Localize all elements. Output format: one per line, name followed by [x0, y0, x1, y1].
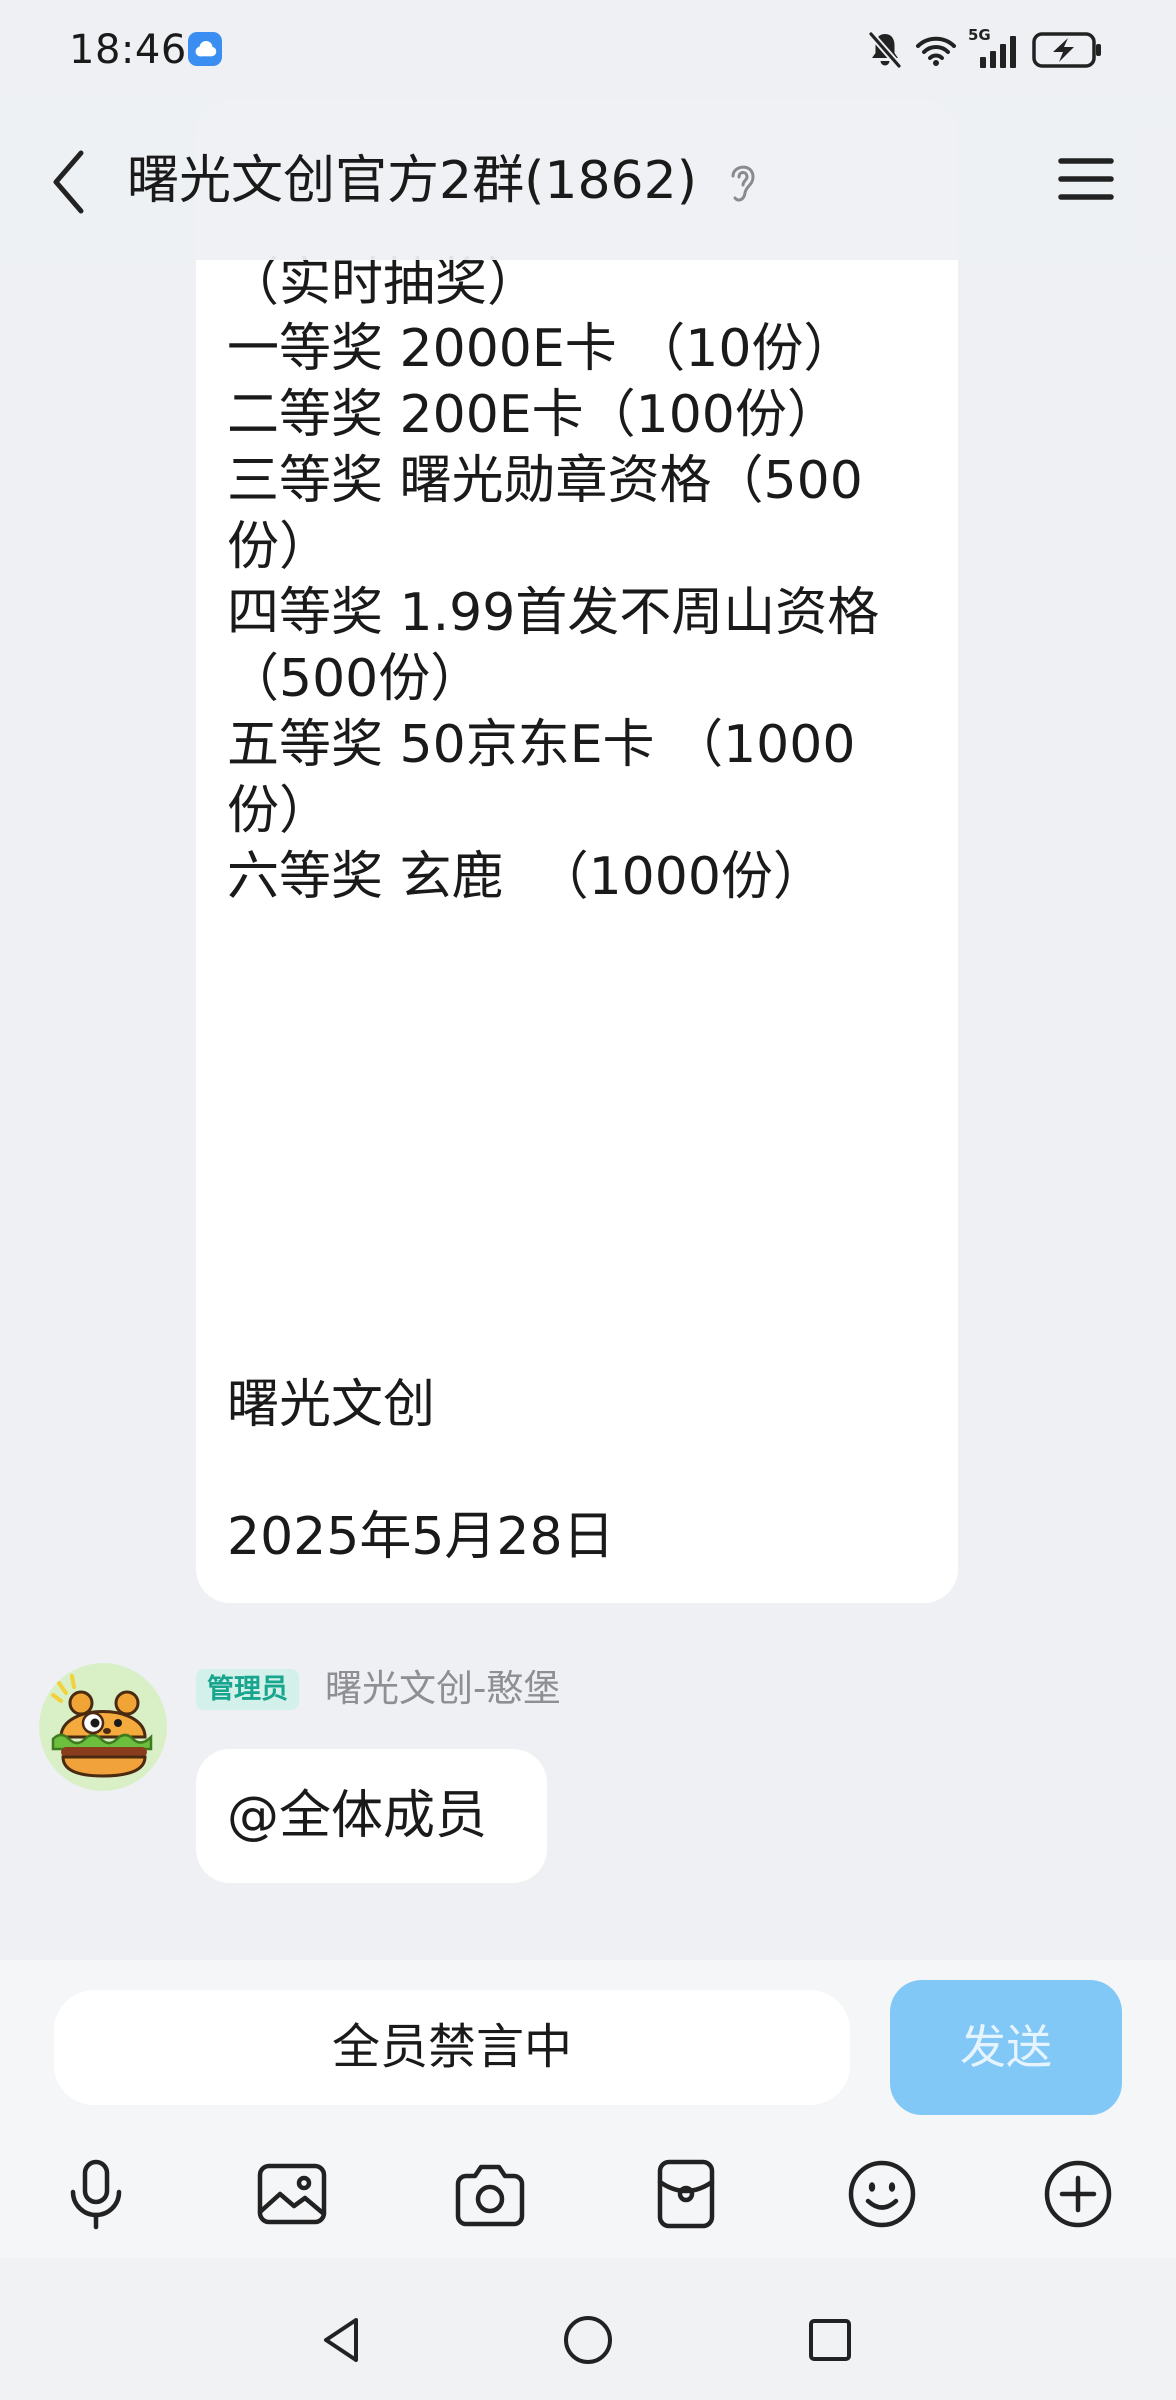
- send-button[interactable]: 发送: [890, 1980, 1122, 2115]
- ear-icon: [727, 159, 759, 205]
- message-bubble[interactable]: （实时抽奖） 一等奖 2000E卡 （10份） 二等奖 200E卡（100份） 三等奖…: [196, 100, 958, 1603]
- battery-charging-icon: [1032, 32, 1104, 68]
- nav-back-icon[interactable]: [316, 2314, 366, 2366]
- nav-recents-icon[interactable]: [807, 2317, 853, 2363]
- message-line: [227, 1174, 927, 1240]
- message-line: 六等奖 玄鹿 （1000份）: [227, 847, 825, 907]
- message-line: 三等奖 曙光勋章资格（500: [227, 451, 863, 511]
- chat-screen: 18:46 5G 曙光文创官方2群(1862) （实时抽奖） 一等奖 2000E…: [0, 0, 1176, 2400]
- message-line: [227, 1438, 927, 1504]
- nav-home-icon[interactable]: [562, 2314, 614, 2366]
- network-type-label: 5G: [968, 26, 991, 44]
- signal-icon: 5G: [968, 26, 1026, 70]
- sender-name: 曙光文创-憨堡: [325, 1667, 561, 1710]
- camera-icon[interactable]: [450, 2154, 530, 2234]
- status-time: 18:46: [69, 27, 187, 73]
- message-line: [227, 1240, 927, 1306]
- message-line: [227, 910, 927, 976]
- composer: 全员禁言中 发送: [0, 1960, 1176, 2258]
- status-bar: 18:46 5G: [0, 0, 1176, 100]
- cloud-icon: [188, 32, 222, 66]
- message-line: 二等奖 200E卡（100份）: [227, 385, 839, 445]
- back-chevron-icon[interactable]: [50, 149, 86, 215]
- image-icon[interactable]: [252, 2154, 332, 2234]
- message-line: [227, 1108, 927, 1174]
- admin-badge: 管理员: [196, 1669, 299, 1710]
- message-line: 五等奖 50京东E卡 （1000: [227, 715, 856, 775]
- message-line: [227, 1306, 927, 1372]
- message-line: 2025年5月28日: [227, 1507, 615, 1567]
- menu-icon[interactable]: [1057, 156, 1115, 202]
- message-list[interactable]: （实时抽奖） 一等奖 2000E卡 （10份） 二等奖 200E卡（100份） 三等奖…: [0, 100, 1176, 1960]
- message-line: （500份）: [227, 649, 483, 709]
- message-line: 份）: [227, 781, 332, 841]
- red-packet-icon[interactable]: [646, 2154, 726, 2234]
- wifi-icon: [914, 31, 958, 69]
- message-line: [227, 1042, 927, 1108]
- plus-icon[interactable]: [1038, 2154, 1118, 2234]
- group-title: 曙光文创官方2群(1862): [127, 151, 697, 211]
- message-line: 曙光文创: [227, 1375, 436, 1435]
- message-text: @全体成员: [227, 1786, 488, 1846]
- message-line: [227, 976, 927, 1042]
- chat-header: 曙光文创官方2群(1862): [0, 100, 1176, 260]
- message-line: 份）: [227, 517, 332, 577]
- message-line: 四等奖 1.99首发不周山资格: [227, 583, 880, 643]
- message-input[interactable]: 全员禁言中: [54, 1990, 850, 2105]
- message-line: 一等奖 2000E卡 （10份）: [227, 319, 856, 379]
- sender-avatar[interactable]: [39, 1663, 167, 1791]
- message-bubble[interactable]: @全体成员: [196, 1749, 547, 1883]
- message-text: （实时抽奖） 一等奖 2000E卡 （10份） 二等奖 200E卡（100份） 三等奖…: [227, 250, 927, 1570]
- mute-icon: [866, 30, 904, 70]
- emoji-icon[interactable]: [842, 2154, 922, 2234]
- mic-icon[interactable]: [56, 2154, 136, 2234]
- system-nav-bar: [0, 2258, 1176, 2400]
